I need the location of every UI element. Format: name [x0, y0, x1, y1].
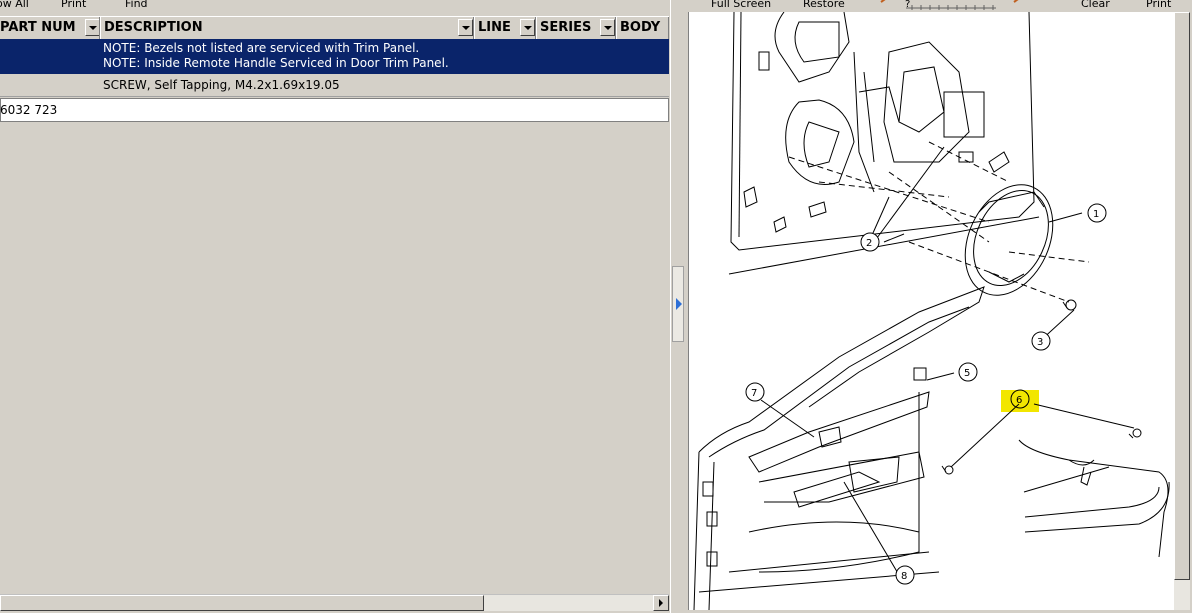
callout-6[interactable]: 6: [1010, 389, 1030, 409]
svg-text:1: 1: [1093, 209, 1099, 220]
restore-button[interactable]: Restore: [803, 0, 845, 10]
column-header-line[interactable]: LINE: [474, 17, 536, 39]
leader-lines: [788, 141, 1090, 303]
column-header-label: BODY: [620, 20, 661, 35]
table-row-selected[interactable]: NOTE: Bezels not listed are serviced wit…: [0, 39, 669, 74]
line-filter-dropdown[interactable]: [520, 19, 535, 36]
diagram-toolbar: Full Screen Restore ? Clear Print: [686, 0, 1192, 12]
column-header-label: SERIES: [540, 20, 592, 35]
horizontal-scroll-thumb[interactable]: [0, 595, 484, 611]
callout-3[interactable]: 3: [1031, 331, 1051, 351]
callout-leaders: [760, 146, 1135, 576]
diagram-pane: Full Screen Restore ? Clear Print 1 2 3 …: [686, 0, 1192, 613]
screw-part-3: [1062, 299, 1077, 311]
callout-8[interactable]: 8: [895, 565, 915, 585]
print-list-button[interactable]: Print: [61, 0, 86, 10]
vertical-scrollbar[interactable]: [1174, 12, 1190, 610]
description-cell: NOTE: Inside Remote Handle Serviced in D…: [103, 56, 449, 70]
column-header-label: LINE: [478, 20, 511, 35]
description-cell: NOTE: Bezels not listed are serviced wit…: [103, 41, 420, 55]
show-all-button[interactable]: ow All: [0, 0, 29, 10]
svg-text:3: 3: [1037, 337, 1043, 348]
part-number-input-row[interactable]: 6032 723: [0, 98, 669, 122]
door-inner-panel: [728, 12, 1040, 275]
find-button[interactable]: Find: [125, 0, 148, 10]
full-screen-button[interactable]: Full Screen: [711, 0, 771, 10]
table-row[interactable]: SCREW, Self Tapping, M4.2x1.69x19.05: [0, 74, 669, 97]
svg-text:8: 8: [901, 571, 907, 582]
column-header-label: DESCRIPTION: [104, 20, 203, 35]
svg-text:5: 5: [964, 368, 970, 379]
callout-1[interactable]: 1: [1087, 203, 1107, 223]
column-header-part-num[interactable]: PART NUM: [0, 17, 100, 39]
door-diagram-drawing: 1 2 3 5 6 7 8: [693, 12, 1170, 610]
grid-header: PART NUM DESCRIPTION LINE SERIES BODY: [0, 16, 669, 40]
callout-7[interactable]: 7: [745, 382, 765, 402]
speaker-part-1: [964, 184, 1054, 296]
door-trim-panel: [693, 286, 985, 610]
horizontal-scrollbar[interactable]: [0, 594, 669, 611]
column-header-body[interactable]: BODY: [616, 17, 669, 39]
zoom-slider[interactable]: ?: [876, 0, 1026, 12]
svg-text:?: ?: [905, 0, 910, 10]
print-diagram-button[interactable]: Print: [1146, 0, 1171, 10]
part-num-filter-dropdown[interactable]: [85, 19, 99, 36]
column-header-label: PART NUM: [0, 20, 76, 35]
parts-list-pane: ow All Print Find PART NUM DESCRIPTION L…: [0, 0, 670, 613]
column-header-series[interactable]: SERIES: [536, 17, 616, 39]
svg-text:2: 2: [866, 238, 872, 249]
description-cell: SCREW, Self Tapping, M4.2x1.69x19.05: [103, 78, 340, 92]
svg-text:6: 6: [1016, 395, 1022, 406]
vertical-scroll-thumb[interactable]: [1174, 12, 1190, 580]
scroll-right-arrow-icon[interactable]: [653, 595, 669, 611]
svg-text:7: 7: [751, 388, 757, 399]
parts-toolbar: ow All Print Find: [0, 0, 670, 14]
callout-2[interactable]: 2: [860, 232, 880, 252]
column-header-description[interactable]: DESCRIPTION: [100, 17, 474, 39]
callout-5[interactable]: 5: [958, 362, 978, 382]
description-filter-dropdown[interactable]: [458, 19, 473, 36]
exploded-parts-diagram[interactable]: 1 2 3 5 6 7 8: [688, 12, 1175, 610]
series-filter-dropdown[interactable]: [600, 19, 615, 36]
part-number-input-value[interactable]: 6032 723: [0, 103, 57, 117]
pane-splitter[interactable]: [670, 0, 687, 613]
expand-right-arrow-icon[interactable]: [676, 298, 682, 310]
clear-button[interactable]: Clear: [1081, 0, 1110, 10]
splitter-handle[interactable]: [672, 266, 684, 342]
handle-bezel-detail: [941, 428, 1170, 558]
